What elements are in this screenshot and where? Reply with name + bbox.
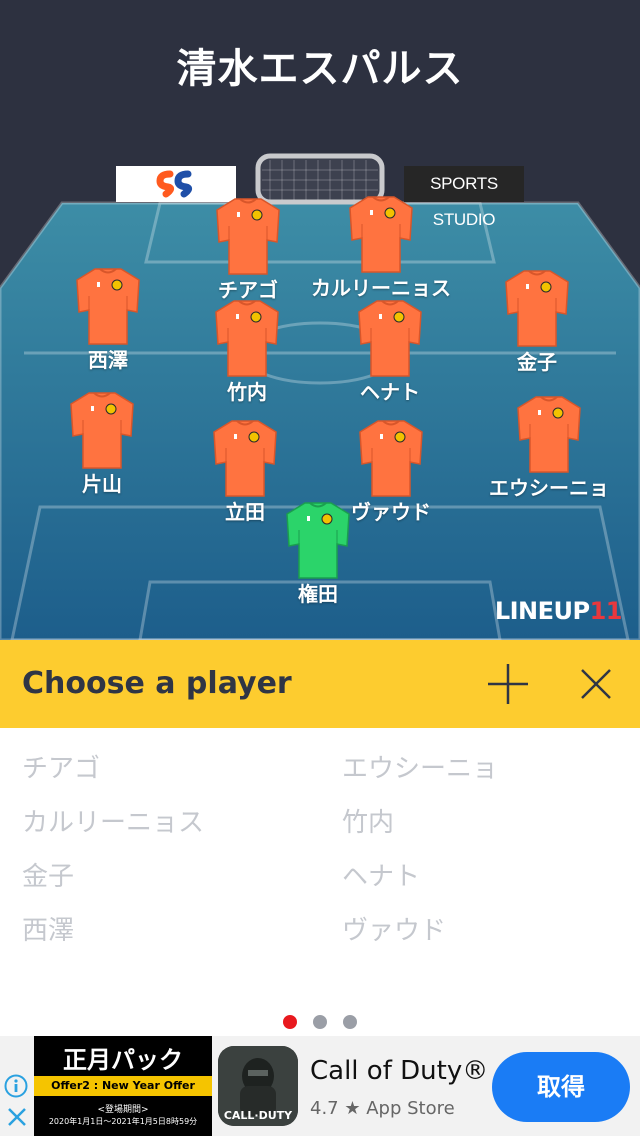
list-item[interactable]: ヴァウド [342, 910, 498, 964]
choose-player-title: Choose a player [22, 666, 292, 701]
ad-promo-image[interactable]: 正月パック Offer2 : New Year Offer <登場期間> 202… [34, 1036, 212, 1136]
ad-promo-offer: Offer2 : New Year Offer [34, 1076, 212, 1096]
close-icon [581, 669, 611, 699]
brand-text: LINEUP [494, 597, 590, 625]
install-button[interactable]: 取得 [492, 1052, 630, 1122]
jersey-icon [505, 270, 569, 347]
player-list-right: エウシーニョ 竹内 ヘナト ヴァウド [342, 748, 498, 964]
ad-promo-period-label: <登場期間> [97, 1105, 149, 1115]
lineup-stage: 清水エスパルス SPORTS STUDIO チアゴ カルリーニョス 西澤 金子 … [0, 0, 640, 640]
player-name: カルリーニョス [311, 276, 451, 300]
player-henato[interactable]: ヘナト [305, 298, 475, 405]
app-rating: 4.7 [310, 1098, 339, 1119]
player-kaneko[interactable]: 金子 [452, 268, 622, 375]
ad-promo-period: 2020年1月1日～2021年1月5日8時59分 [48, 1117, 198, 1126]
player-gonda[interactable]: 権田 [233, 500, 403, 607]
list-item[interactable]: ヘナト [342, 856, 498, 910]
ad-banner[interactable]: 正月パック Offer2 : New Year Offer <登場期間> 202… [0, 1036, 640, 1136]
add-player-button[interactable] [486, 662, 530, 706]
list-item[interactable]: 竹内 [342, 802, 498, 856]
app-name: Call of Duty® [310, 1056, 489, 1086]
player-list-left: チアゴ カルリーニョス 金子 西澤 [22, 748, 204, 964]
jersey-icon [215, 300, 279, 377]
page-dot[interactable] [283, 1015, 297, 1029]
jersey-icon [358, 300, 422, 377]
player-name: エウシーニョ [489, 476, 609, 500]
choose-player-bar: Choose a player [0, 640, 640, 728]
page-indicator [0, 1014, 640, 1029]
player-name: 権田 [298, 582, 338, 606]
ad-close-icon[interactable] [6, 1106, 28, 1128]
list-item[interactable]: カルリーニョス [22, 802, 204, 856]
jersey-icon [359, 420, 423, 497]
info-icon[interactable] [4, 1074, 28, 1098]
jersey-icon [349, 196, 413, 273]
jersey-icon [216, 198, 280, 275]
list-item[interactable]: エウシーニョ [342, 748, 498, 802]
app-meta: 4.7 ★ App Store [310, 1098, 455, 1119]
list-item[interactable]: チアゴ [22, 748, 204, 802]
close-button[interactable] [574, 662, 618, 706]
list-item[interactable]: 西澤 [22, 910, 204, 964]
player-ewerthon[interactable]: エウシーニョ [464, 394, 634, 501]
lineup11-logo: LINEUP11 [494, 597, 623, 625]
app-icon-label: CALL·DUTY [223, 1109, 293, 1122]
list-item[interactable]: 金子 [22, 856, 204, 910]
plus-icon [488, 664, 528, 704]
jersey-icon [213, 420, 277, 497]
player-name: 金子 [517, 350, 557, 374]
team-title: 清水エスパルス [176, 46, 464, 92]
page-dot[interactable] [313, 1015, 327, 1029]
player-list: チアゴ カルリーニョス 金子 西澤 エウシーニョ 竹内 ヘナト ヴァウド [0, 728, 640, 1018]
jersey-icon [286, 502, 350, 579]
player-name: ヘナト [360, 380, 420, 404]
jersey-icon [517, 396, 581, 473]
app-store-label: App Store [366, 1098, 455, 1119]
star-icon: ★ [344, 1098, 367, 1119]
ad-promo-title: 正月パック [63, 1046, 183, 1074]
jersey-icon [70, 392, 134, 469]
brand-number: 11 [589, 597, 623, 625]
app-icon[interactable]: CALL·DUTY [218, 1046, 298, 1126]
jersey-icon [76, 268, 140, 345]
player-carlinhos[interactable]: カルリーニョス [296, 194, 466, 301]
page-dot[interactable] [343, 1015, 357, 1029]
